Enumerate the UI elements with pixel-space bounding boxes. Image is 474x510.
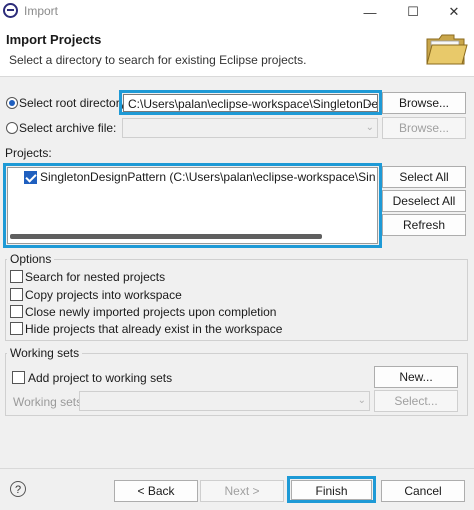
projects-label: Projects: — [5, 146, 52, 160]
select-all-button[interactable]: Select All — [382, 166, 466, 188]
chevron-down-icon: ⌄ — [365, 122, 374, 133]
close-button[interactable]: ✕ — [434, 0, 474, 24]
back-button[interactable]: < Back — [114, 480, 198, 502]
page-title: Import Projects — [6, 32, 102, 47]
add-working-sets-label: Add project to working sets — [28, 371, 173, 385]
maximize-button[interactable]: ☐ — [393, 0, 433, 24]
root-directory-combo[interactable]: C:\Users\palan\eclipse-workspace\Singlet… — [123, 94, 378, 112]
maximize-icon: ☐ — [407, 4, 419, 19]
horizontal-scrollbar[interactable] — [10, 234, 322, 239]
next-button[interactable]: Next > — [200, 480, 284, 502]
root-directory-radio[interactable] — [6, 97, 18, 109]
project-checkbox[interactable] — [24, 171, 37, 184]
copy-projects-checkbox[interactable] — [10, 288, 23, 301]
copy-projects-label: Copy projects into workspace — [25, 288, 182, 302]
browse-directory-button[interactable]: Browse... — [382, 92, 466, 114]
refresh-button[interactable]: Refresh — [382, 214, 466, 236]
add-working-sets-checkbox[interactable] — [12, 371, 25, 384]
search-nested-label: Search for nested projects — [25, 270, 166, 284]
root-directory-label: Select root directory: — [19, 96, 130, 110]
project-item-label[interactable]: SingletonDesignPattern (C:\Users\palan\e… — [40, 170, 376, 184]
folder-icon — [426, 34, 468, 65]
footer-separator — [0, 468, 474, 469]
eclipse-app-icon — [3, 3, 18, 18]
projects-list[interactable]: SingletonDesignPattern (C:\Users\palan\e… — [7, 167, 378, 244]
page-description: Select a directory to search for existin… — [9, 53, 307, 67]
options-title: Options — [7, 252, 55, 266]
finish-button[interactable]: Finish — [291, 480, 372, 500]
archive-file-radio[interactable] — [6, 122, 18, 134]
working-sets-combo[interactable]: ⌄ — [79, 391, 370, 411]
browse-archive-button[interactable]: Browse... — [382, 117, 466, 139]
deselect-all-button[interactable]: Deselect All — [382, 190, 466, 212]
chevron-down-icon: ⌄ — [357, 395, 366, 406]
archive-file-label: Select archive file: — [19, 121, 117, 135]
minimize-icon: — — [363, 4, 377, 20]
minimize-button[interactable]: — — [350, 0, 390, 24]
search-nested-checkbox[interactable] — [10, 270, 23, 283]
chevron-down-icon: ⌄ — [365, 98, 374, 109]
close-imported-checkbox[interactable] — [10, 305, 23, 318]
select-working-set-button[interactable]: Select... — [374, 390, 458, 412]
close-imported-label: Close newly imported projects upon compl… — [25, 305, 277, 319]
cancel-button[interactable]: Cancel — [381, 480, 465, 502]
working-sets-label: Working sets: — [13, 395, 86, 409]
working-sets-title: Working sets — [7, 346, 83, 360]
help-icon[interactable]: ? — [10, 481, 26, 497]
new-working-set-button[interactable]: New... — [374, 366, 458, 388]
archive-file-combo[interactable]: ⌄ — [122, 118, 378, 138]
close-icon: ✕ — [448, 4, 460, 19]
root-directory-value: C:\Users\palan\eclipse-workspace\Singlet… — [128, 97, 378, 111]
hide-existing-checkbox[interactable] — [10, 322, 23, 335]
hide-existing-label: Hide projects that already exist in the … — [25, 322, 283, 336]
window-title: Import — [24, 4, 59, 18]
